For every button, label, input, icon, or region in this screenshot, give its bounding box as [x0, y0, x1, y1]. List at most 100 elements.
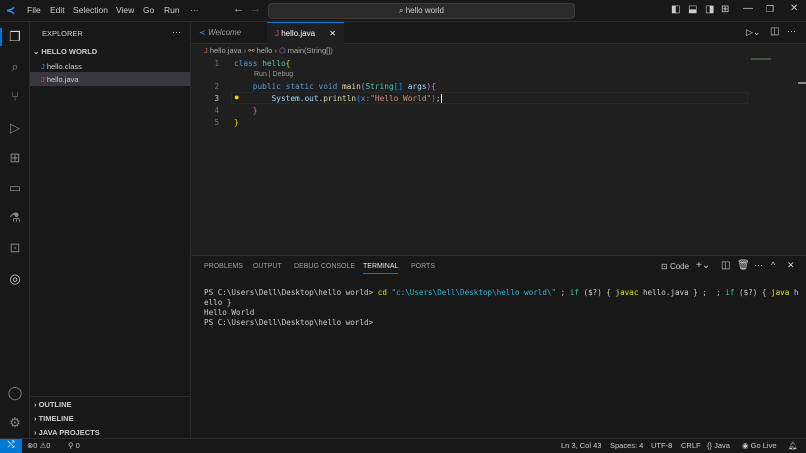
- minimap[interactable]: [751, 58, 771, 60]
- code-editor[interactable]: J hello.java › ⚯ hello › ⬡ main(String[]…: [191, 44, 806, 255]
- split-editor-icon[interactable]: ◫: [770, 26, 779, 37]
- vscode-icon: ≺: [199, 28, 208, 37]
- go-live-button[interactable]: ◉ Go Live: [742, 441, 777, 450]
- terminal-prompt[interactable]: PS C:\Users\Dell\Desktop\hello world>: [204, 318, 373, 327]
- menu-run[interactable]: Run: [164, 5, 180, 15]
- search-icon[interactable]: ⌕: [6, 58, 24, 76]
- indentation[interactable]: Spaces: 4: [610, 441, 643, 450]
- settings-gear-icon[interactable]: ⚙: [6, 414, 24, 432]
- command-center-search[interactable]: ⌕ hello world: [268, 3, 575, 19]
- class-icon: ⚯: [248, 46, 255, 55]
- menu-view[interactable]: View: [116, 5, 134, 15]
- account-icon[interactable]: ◯: [6, 384, 24, 402]
- vscode-logo-icon: ≺: [6, 5, 16, 17]
- run-java-icon[interactable]: ▷⌄: [746, 27, 760, 38]
- close-window-icon[interactable]: ✕: [790, 3, 798, 14]
- menu-edit[interactable]: Edit: [50, 5, 65, 15]
- line-number: 2: [214, 82, 219, 91]
- search-icon: ⌕: [399, 6, 406, 15]
- menu-go[interactable]: Go: [143, 5, 154, 15]
- code-line: }: [234, 118, 239, 127]
- terminal-output: Hello World: [204, 308, 255, 317]
- folder-hello-world[interactable]: ⌄ HELLO WORLD: [33, 47, 97, 56]
- gitlens-icon[interactable]: ◎: [6, 270, 24, 288]
- language-mode[interactable]: {} Java: [707, 441, 730, 450]
- customize-layout-icon[interactable]: ⊞: [721, 4, 729, 15]
- split-terminal-icon[interactable]: ◫: [721, 260, 730, 271]
- tab-welcome[interactable]: ≺ Welcome: [191, 22, 267, 44]
- line-ending[interactable]: CRLF: [681, 441, 701, 450]
- code-line: }: [252, 106, 258, 115]
- line-number: 3: [214, 94, 219, 103]
- section-java-projects[interactable]: › JAVA PROJECTS: [34, 428, 100, 437]
- menu-more[interactable]: ···: [190, 5, 199, 15]
- file-hello-class[interactable]: J hello.class: [30, 59, 190, 73]
- breadcrumb-file[interactable]: hello.java: [210, 46, 242, 55]
- explorer-more-button[interactable]: ···: [172, 27, 181, 37]
- problems-status[interactable]: ⊗0 ⚠0: [27, 441, 50, 450]
- breadcrumb-class[interactable]: hello: [257, 46, 273, 55]
- line-number: 4: [214, 106, 219, 115]
- close-tab-icon[interactable]: ✕: [329, 23, 336, 45]
- testing-icon[interactable]: ⚗: [6, 209, 24, 227]
- run-debug-icon[interactable]: ▷: [6, 119, 24, 137]
- file-hello-java[interactable]: J hello.java: [30, 72, 190, 86]
- broadcast-icon: ◉: [742, 441, 751, 450]
- scrollbar[interactable]: [798, 82, 806, 84]
- tab-output[interactable]: OUTPUT: [253, 263, 282, 270]
- menu-selection[interactable]: Selection: [73, 5, 108, 15]
- source-control-icon[interactable]: ⑂: [6, 88, 24, 106]
- tab-ports[interactable]: PORTS: [411, 263, 435, 270]
- breadcrumb: J hello.java › ⚯ hello › ⬡ main(String[]…: [204, 46, 333, 55]
- encoding[interactable]: UTF-8: [651, 441, 672, 450]
- minimize-icon[interactable]: —: [743, 3, 753, 14]
- line-number: 1: [214, 59, 219, 68]
- explorer-title: EXPLORER: [42, 29, 83, 38]
- trash-icon[interactable]: 🗑: [737, 260, 750, 271]
- terminal-line[interactable]: PS C:\Users\Dell\Desktop\hello world> cd…: [204, 288, 798, 297]
- close-panel-icon[interactable]: ✕: [787, 260, 795, 271]
- remote-explorer-icon[interactable]: ▭: [6, 179, 24, 197]
- activity-bar: ❐ ⌕ ⑂ ▷ ⊞ ▭ ⚗ ⊡ ◎ ◯ ⚙: [0, 22, 30, 438]
- extensions-icon[interactable]: ⊞: [6, 149, 24, 167]
- terminal-icon[interactable]: ⊡: [6, 239, 24, 257]
- method-icon: ⬡: [279, 46, 286, 55]
- section-timeline[interactable]: › TIMELINE: [34, 414, 74, 423]
- cursor-position[interactable]: Ln 3, Col 43: [561, 441, 601, 450]
- maximize-panel-icon[interactable]: ^: [771, 260, 775, 270]
- tab-terminal[interactable]: TERMINAL: [363, 263, 399, 274]
- remote-indicator-icon[interactable]: ⤭: [0, 439, 22, 453]
- restore-icon[interactable]: ❐: [766, 4, 774, 15]
- toggle-secondary-sidebar-icon[interactable]: ◨: [705, 4, 714, 15]
- forward-arrow-icon[interactable]: →: [250, 3, 261, 15]
- toggle-sidebar-icon[interactable]: ◧: [671, 4, 680, 15]
- bottom-panel: PROBLEMS OUTPUT DEBUG CONSOLE TERMINAL P…: [191, 255, 806, 438]
- editor-more-icon[interactable]: ···: [787, 26, 796, 36]
- terminal-line: ello }: [204, 298, 232, 307]
- toggle-panel-icon[interactable]: ⬓: [688, 4, 697, 15]
- new-terminal-icon[interactable]: +⌄: [696, 260, 710, 271]
- code-line: class hello{: [234, 59, 291, 68]
- terminal-icon: ⊡: [661, 262, 670, 271]
- codelens-run-debug[interactable]: Run | Debug: [254, 71, 293, 78]
- section-outline[interactable]: › OUTLINE: [34, 400, 72, 409]
- panel-more-icon[interactable]: ···: [754, 260, 763, 270]
- antenna-icon: ⚲: [68, 441, 74, 450]
- terminal-shell[interactable]: ⊡ Code: [661, 262, 689, 271]
- menu-file[interactable]: File: [27, 5, 41, 15]
- explorer-icon[interactable]: ❐: [6, 28, 24, 46]
- back-arrow-icon[interactable]: ←: [233, 3, 244, 15]
- explorer-sidebar: EXPLORER ··· ⌄ HELLO WORLD J hello.class…: [30, 22, 191, 438]
- code-line: public static void main(String[] args){: [252, 82, 436, 91]
- code-line: System.out.println(x:"Hello World");: [271, 94, 442, 103]
- tab-problems[interactable]: PROBLEMS: [204, 263, 243, 270]
- editor-tabs: ≺ Welcome J hello.java ✕ ▷⌄ ◫ ···: [191, 22, 806, 44]
- breadcrumb-method[interactable]: main(String[]): [288, 46, 333, 55]
- tab-hello-java[interactable]: J hello.java ✕: [267, 22, 344, 44]
- ports-status[interactable]: ⚲ 0: [68, 441, 80, 450]
- tab-debug-console[interactable]: DEBUG CONSOLE: [294, 263, 355, 270]
- notifications-bell-icon[interactable]: 🔔︎: [788, 441, 798, 450]
- title-bar: ≺ File Edit Selection View Go Run ··· ← …: [0, 0, 806, 22]
- status-bar: ⤭ ⊗0 ⚠0 ⚲ 0 Ln 3, Col 43 Spaces: 4 UTF-8…: [0, 438, 806, 453]
- line-number: 5: [214, 118, 219, 127]
